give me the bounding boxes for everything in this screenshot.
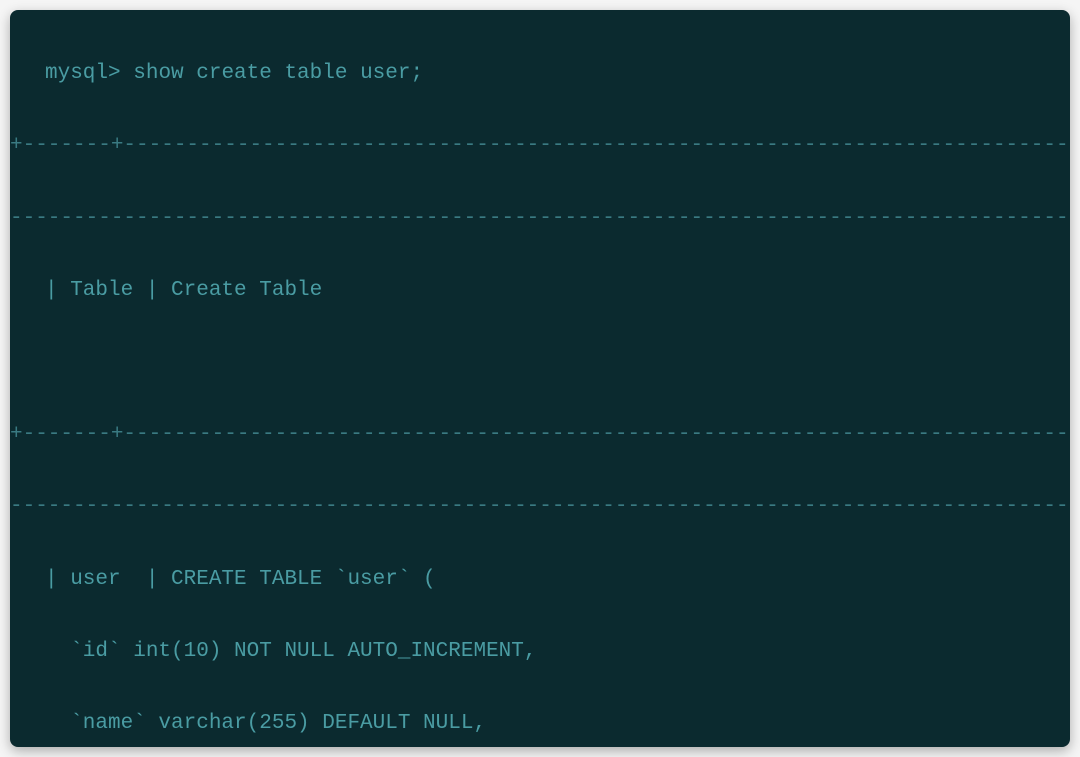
column-id-line: `id` int(10) NOT NULL AUTO_INCREMENT, — [10, 634, 1070, 670]
create-table-line: | user | CREATE TABLE `user` ( — [10, 562, 1070, 598]
separator-line: ----------------------------------------… — [10, 489, 1070, 525]
separator-line: +-------+-------------------------------… — [10, 417, 1070, 453]
mysql-prompt: mysql> — [45, 62, 121, 85]
separator-line: +-------+-------------------------------… — [10, 128, 1070, 164]
column-name-line: `name` varchar(255) DEFAULT NULL, — [10, 706, 1070, 742]
separator-line: ----------------------------------------… — [10, 201, 1070, 237]
terminal-window[interactable]: mysql> show create table user; +-------+… — [10, 10, 1070, 747]
table-header-row: | Table | Create Table — [10, 273, 1070, 309]
sql-command: show create table user; — [133, 62, 423, 85]
terminal-output: mysql> show create table user; +-------+… — [10, 10, 1070, 747]
